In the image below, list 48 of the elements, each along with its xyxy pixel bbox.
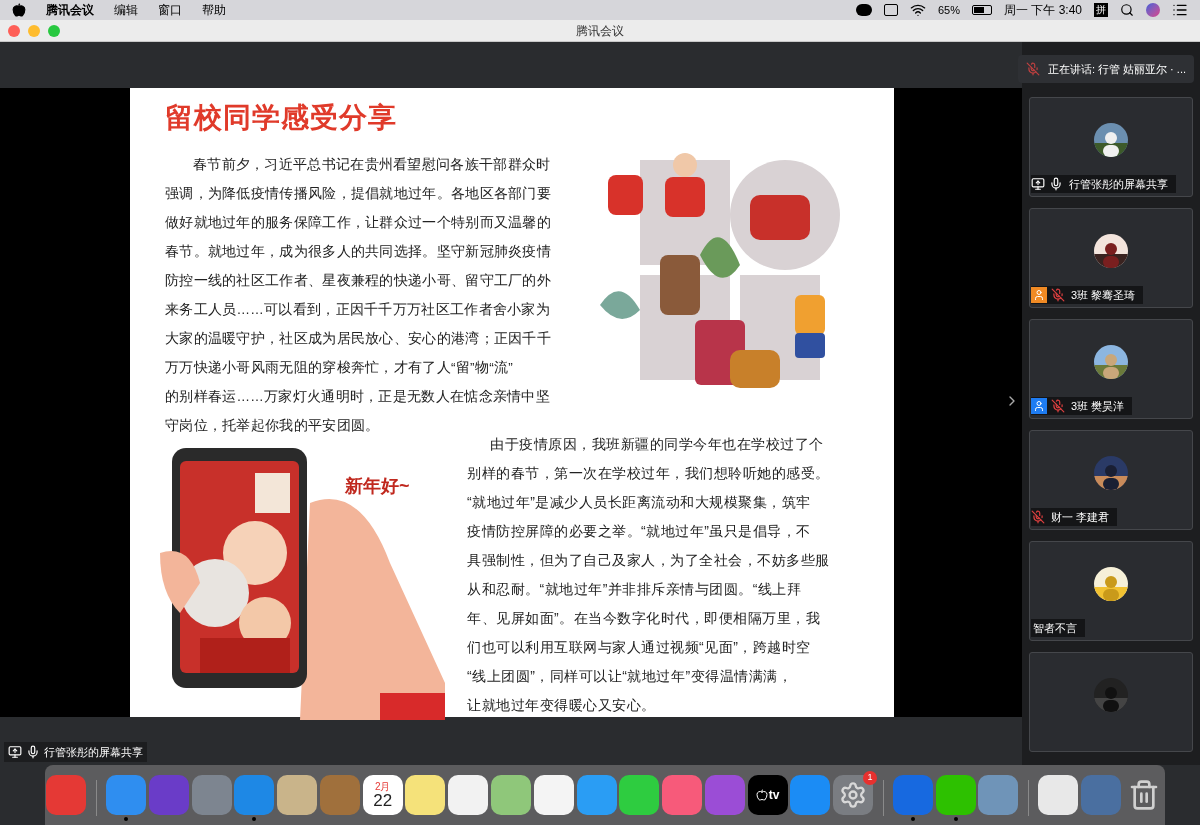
participant-name: 3班 樊昊洋	[1070, 398, 1125, 414]
minimize-button[interactable]	[28, 24, 40, 37]
participant-tile[interactable]: 行管张彤的屏幕共享	[1029, 97, 1193, 197]
speaking-text: 正在讲话: 行管 姑丽亚尔 · ...	[1047, 61, 1186, 77]
participant-tile[interactable]	[1029, 652, 1193, 752]
tv-app-icon[interactable]: tv	[747, 775, 788, 815]
calendar-icon[interactable]: 2月 22	[362, 775, 403, 815]
participant-tile[interactable]: 3班 黎骞圣琦	[1029, 208, 1193, 308]
zoom-button[interactable]	[48, 24, 60, 37]
participant-name: 财一 李建君	[1050, 509, 1110, 525]
app-icon[interactable]	[1038, 775, 1079, 815]
screen-share-icon	[8, 745, 22, 759]
menu-item[interactable]: 帮助	[202, 1, 226, 19]
app-icon[interactable]	[448, 775, 489, 815]
window-title: 腾讯会议	[576, 22, 624, 40]
slide-title: 留校同学感受分享	[165, 101, 398, 135]
participant-tile[interactable]: 智者不言	[1029, 541, 1193, 641]
participant-tile[interactable]: 3班 樊昊洋	[1029, 319, 1193, 419]
participant-name: 智者不言	[1032, 620, 1077, 636]
app-icon[interactable]	[935, 775, 976, 815]
slide-paragraph: 春节前夕，习近平总书记在贵州看望慰问各族干部群众时 强调，为降低疫情传播风险，提倡就地过年。各地区各部门要 做好就地过年的服务保障工作，让群众过一个特别而又温馨的 春节。就地过年，成为很多人的共同选择。坚守新冠肺炎疫情 防控一线的社区工作者、星夜兼程的快递小哥、留守工厂的外 来务工人员……可以看到，正因千千万万社区工作者舍小家为 大家的温暖守护，社区成为居民放心、安心的港湾；正因千千 万万快递小哥风雨无阻的穿梭奔忙，才有了人“留”物“流” 的别样春运……万家灯火通明时，正是无数人在惦念亲情中坚 守岗位，托举起你我的平安团圆。	[165, 156, 552, 433]
menu-icon[interactable]	[1172, 2, 1188, 18]
close-button[interactable]	[8, 24, 20, 37]
menu-item[interactable]: 编辑	[114, 1, 138, 19]
app-icon[interactable]	[533, 775, 574, 815]
app-menu[interactable]: 腾讯会议	[46, 1, 94, 19]
muted-microphone-icon	[1025, 62, 1040, 76]
participant-tile[interactable]: 财一 李建君	[1029, 430, 1193, 530]
app-icon[interactable]	[277, 775, 318, 815]
apple-icon[interactable]	[12, 3, 26, 17]
app-icon[interactable]	[619, 775, 660, 815]
greeting-text: 新年好~	[345, 475, 410, 498]
wifi-icon[interactable]	[909, 2, 926, 18]
battery-icon[interactable]	[971, 5, 992, 15]
share-label-text: 行管张彤的屏幕共享	[44, 744, 143, 760]
microphone-icon	[26, 745, 40, 759]
window-icon[interactable]	[883, 4, 898, 16]
input-method[interactable]: 拼	[1094, 3, 1108, 17]
slide-paragraph: 由于疫情原因，我班新疆的同学今年也在学校过了个 别样的春节，第一次在学校过年，我们想聆听她的感受。 “就地过年”是减少人员长距离流动和大规模聚集，筑牢 疫情防控屏障的必要之举。“就地过年”虽只是倡导，不 具强制性，但为了自己及家人，为了全社会，不妨多些服 从和忍耐。“就地过年”并非排斥亲情与团圆。“线上拜 年、见屏如面”。在当今数字化时代，即便相隔万里，我 们也可以利用互联网与家人通过视频“见面”，跨越时空 “线上团圆”，同样可以让“就地过年”变得温情满满， 让就地过年变得暖心又安心。	[467, 437, 830, 715]
app-icon[interactable]	[491, 775, 531, 815]
participant-name: 3班 黎骞圣琦	[1070, 287, 1136, 303]
menu-item[interactable]: 窗口	[158, 1, 182, 19]
clock[interactable]: 周一 下午 3:40	[1003, 1, 1082, 19]
app-icon[interactable]	[405, 775, 446, 815]
battery-percent: 65%	[937, 2, 960, 18]
participant-name: 行管张彤的屏幕共享	[1068, 176, 1168, 192]
search-icon[interactable]	[1120, 3, 1134, 17]
notification-badge: 1	[863, 771, 878, 785]
